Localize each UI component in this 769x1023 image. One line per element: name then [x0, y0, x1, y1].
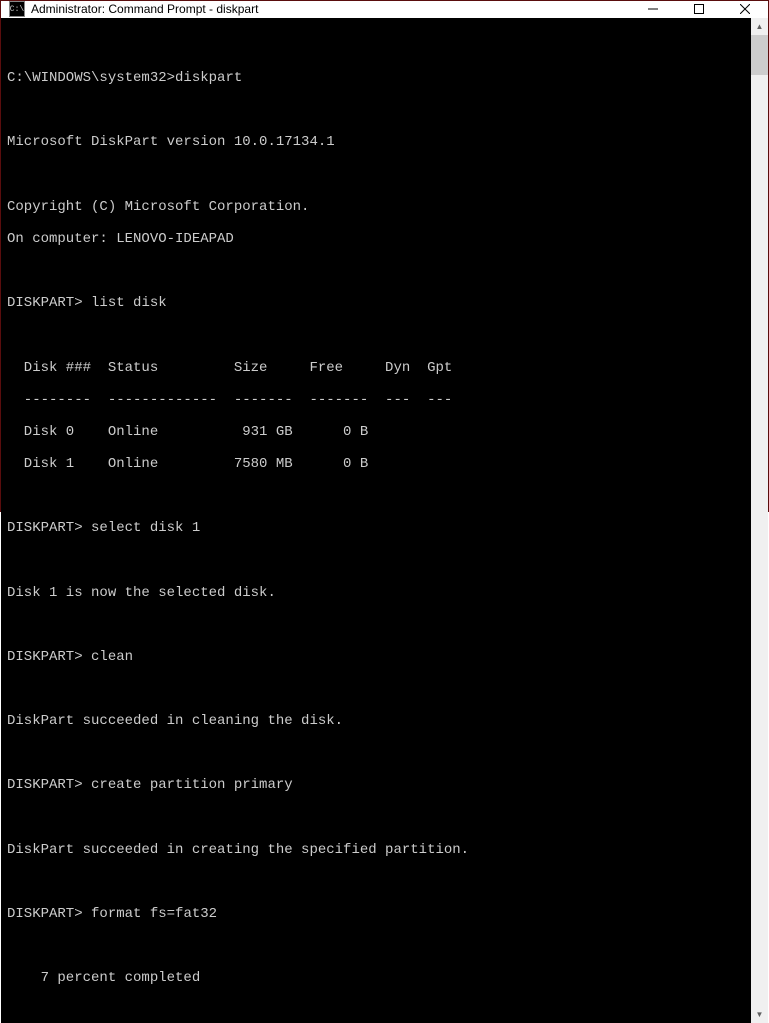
maximize-button[interactable] [676, 1, 722, 17]
window-title: Administrator: Command Prompt - diskpart [31, 2, 630, 16]
console-line: DISKPART> select disk 1 [7, 520, 747, 536]
console-line: DISKPART> format fs=fat32 [7, 906, 747, 922]
console-output[interactable]: C:\WINDOWS\system32>diskpart Microsoft D… [1, 18, 751, 1023]
console-line: C:\WINDOWS\system32>diskpart [7, 70, 747, 86]
disk-table-header: Disk ### Status Size Free Dyn Gpt [7, 360, 747, 376]
close-button[interactable] [722, 1, 768, 17]
client-area: C:\WINDOWS\system32>diskpart Microsoft D… [1, 18, 768, 1023]
disk-table-row: Disk 1 Online 7580 MB 0 B [7, 456, 747, 472]
console-line: DISKPART> create partition primary [7, 777, 747, 793]
cmd-icon: C:\ [9, 1, 25, 17]
console-line: Microsoft DiskPart version 10.0.17134.1 [7, 134, 747, 150]
vertical-scrollbar[interactable]: ▲ ▼ [751, 18, 768, 1023]
format-progress: 7 percent completed [7, 970, 747, 986]
console-line: On computer: LENOVO-IDEAPAD [7, 231, 747, 247]
console-line: DISKPART> clean [7, 649, 747, 665]
window-controls [630, 1, 768, 17]
scroll-thumb[interactable] [751, 35, 768, 75]
close-icon [740, 4, 750, 14]
command-prompt-window: C:\ Administrator: Command Prompt - disk… [0, 0, 769, 512]
minimize-icon [648, 4, 658, 14]
console-line: DISKPART> list disk [7, 295, 747, 311]
console-line: Copyright (C) Microsoft Corporation. [7, 199, 747, 215]
maximize-icon [694, 4, 704, 14]
console-line: DiskPart succeeded in cleaning the disk. [7, 713, 747, 729]
console-line: DiskPart succeeded in creating the speci… [7, 842, 747, 858]
console-line: Disk 1 is now the selected disk. [7, 585, 747, 601]
disk-table-row: Disk 0 Online 931 GB 0 B [7, 424, 747, 440]
minimize-button[interactable] [630, 1, 676, 17]
title-bar[interactable]: C:\ Administrator: Command Prompt - disk… [1, 1, 768, 18]
scroll-up-button[interactable]: ▲ [751, 18, 768, 35]
disk-table-divider: -------- ------------- ------- ------- -… [7, 392, 747, 408]
scroll-down-button[interactable]: ▼ [751, 1006, 768, 1023]
